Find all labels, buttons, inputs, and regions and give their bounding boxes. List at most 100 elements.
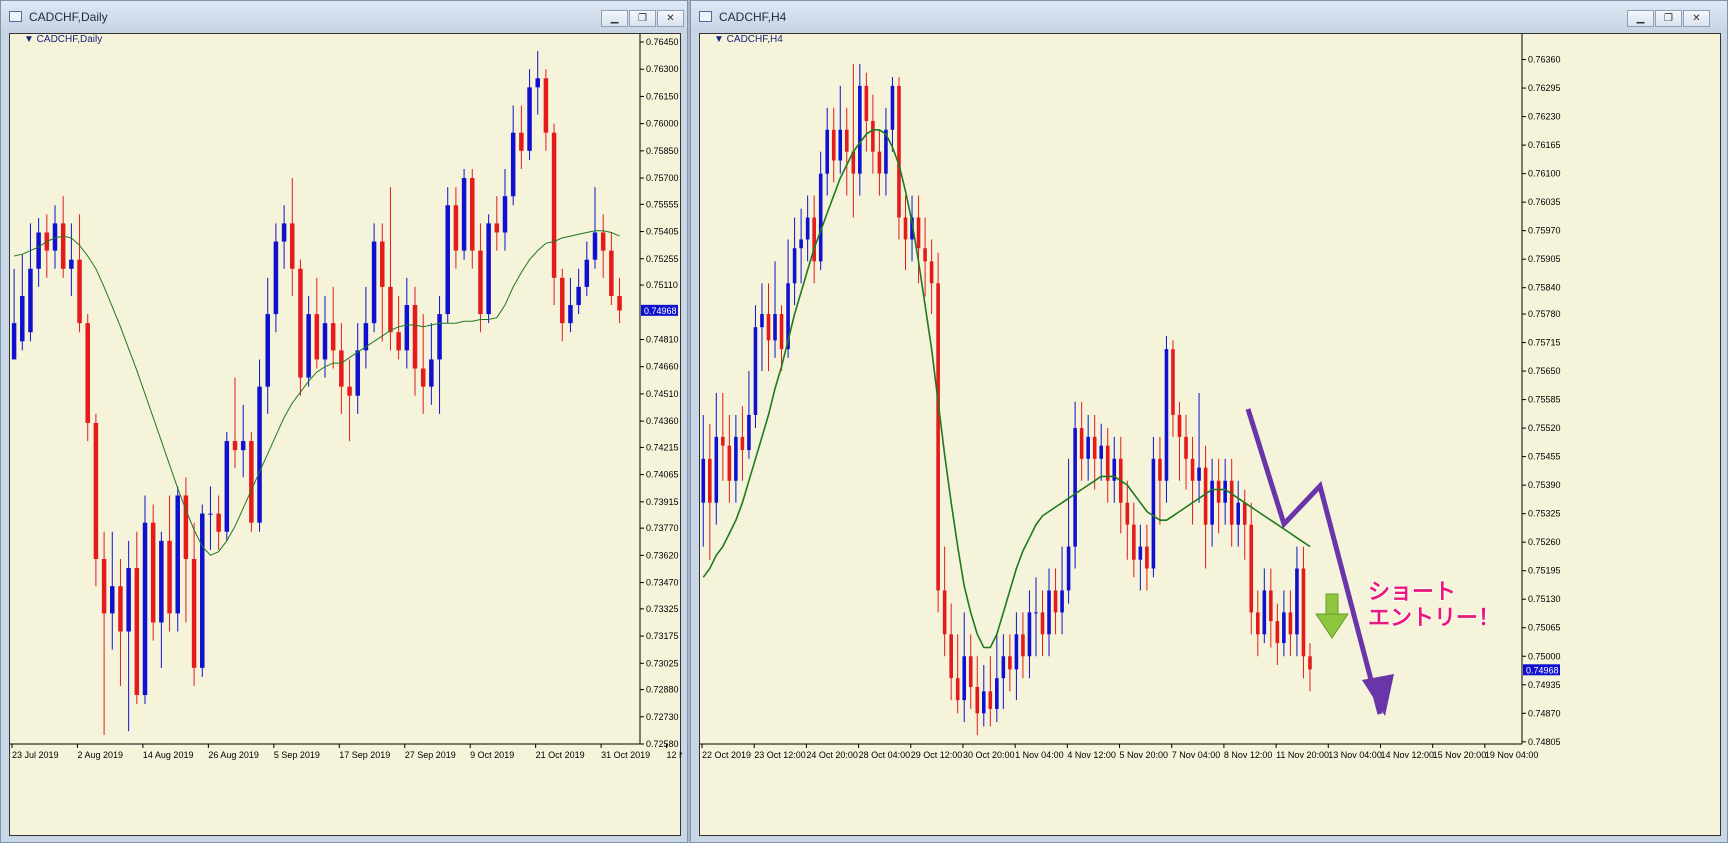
candle-bear bbox=[988, 691, 993, 709]
price-tick-label: 0.76450 bbox=[646, 37, 679, 47]
chart-window-h4[interactable]: CADCHF,H4 ▁ ❐ ✕ ▼ CADCHF,H4 0.76360 0.7629… bbox=[690, 0, 1728, 843]
close-button[interactable]: ✕ bbox=[657, 10, 684, 27]
time-tick-label: 27 Sep 2019 bbox=[405, 750, 456, 760]
restore-button[interactable]: ❐ bbox=[629, 10, 656, 27]
candle-bull bbox=[576, 286, 581, 306]
candle-bear bbox=[1275, 621, 1280, 644]
candle-bear bbox=[85, 323, 90, 423]
candle-bear bbox=[1229, 480, 1234, 525]
plot-background bbox=[700, 34, 1522, 744]
price-tick-label: 0.75255 bbox=[646, 254, 679, 264]
minimize-button[interactable]: ▁ bbox=[1627, 10, 1654, 27]
minimize-icon: ▁ bbox=[1636, 13, 1645, 24]
time-tick-label: 23 Oct 12:00 bbox=[754, 750, 806, 760]
candle-bull bbox=[734, 436, 738, 481]
price-tick-label: 0.72730 bbox=[646, 712, 679, 722]
chart-area-h4[interactable]: ▼ CADCHF,H4 0.76360 0.76295 0.76230 0.76165 0… bbox=[699, 33, 1721, 836]
price-tick-label: 0.76000 bbox=[646, 119, 679, 129]
candle-bear bbox=[955, 678, 960, 701]
candle-bear bbox=[897, 85, 901, 218]
candle-bull bbox=[792, 248, 797, 284]
candle-bull bbox=[437, 314, 442, 360]
candle-bull bbox=[461, 178, 467, 251]
candle-bull bbox=[701, 458, 706, 503]
annotation-entry: エントリー！ bbox=[1368, 606, 1500, 631]
price-tick-label: 0.74810 bbox=[646, 334, 679, 344]
candle-bull bbox=[1295, 568, 1299, 635]
price-tick-label: 0.75840 bbox=[1528, 283, 1561, 293]
candle-bull bbox=[747, 414, 751, 451]
candle-bull bbox=[36, 232, 41, 269]
candle-bull bbox=[584, 259, 590, 287]
candle-bear bbox=[396, 332, 401, 351]
candle-bull bbox=[890, 85, 895, 130]
close-button[interactable]: ✕ bbox=[1683, 10, 1710, 27]
candle-bear bbox=[871, 120, 875, 152]
price-tick-label: 0.75195 bbox=[1528, 566, 1561, 576]
candle-bull bbox=[265, 314, 270, 387]
current-price-label: 0.74968 bbox=[1526, 665, 1559, 675]
candle-bull bbox=[1014, 634, 1019, 670]
candle-bear bbox=[314, 314, 320, 360]
candle-bull bbox=[28, 268, 33, 333]
candle-bear bbox=[903, 217, 908, 240]
window-titlebar[interactable]: CADCHF,H4 ▁ ❐ ✕ bbox=[691, 1, 1727, 33]
candle-bear bbox=[1308, 656, 1312, 670]
candle-bear bbox=[1301, 568, 1306, 657]
price-tick-label: 0.72880 bbox=[646, 685, 679, 695]
restore-button[interactable]: ❐ bbox=[1655, 10, 1682, 27]
candle-bear bbox=[118, 586, 123, 632]
candle-bear bbox=[1171, 349, 1175, 415]
candle-bull bbox=[1086, 436, 1090, 459]
candle-bear bbox=[1092, 436, 1097, 459]
time-tick-label: 22 Oct 2019 bbox=[702, 750, 751, 760]
symbol-label: ▼ CADCHF,H4 bbox=[714, 34, 783, 45]
candle-bull bbox=[1151, 458, 1156, 569]
chart-svg-h4[interactable]: ▼ CADCHF,H4 0.76360 0.76295 0.76230 0.76165 0… bbox=[700, 34, 1722, 837]
candle-bear bbox=[93, 422, 99, 559]
minimize-button[interactable]: ▁ bbox=[601, 10, 628, 27]
candle-bear bbox=[844, 129, 849, 152]
window-titlebar[interactable]: CADCHF,Daily ▁ ❐ ✕ bbox=[1, 1, 687, 33]
candle-bear bbox=[1040, 612, 1045, 635]
symbol-label: ▼ CADCHF,Daily bbox=[24, 34, 102, 45]
time-tick-label: 31 Oct 2019 bbox=[601, 750, 650, 760]
candle-bear bbox=[1158, 458, 1162, 481]
candle-bull bbox=[126, 568, 131, 632]
price-tick-label: 0.74360 bbox=[646, 416, 679, 426]
candle-bull bbox=[1164, 349, 1169, 481]
candle-bull bbox=[371, 241, 377, 324]
price-tick-label: 0.75700 bbox=[646, 173, 679, 183]
candle-bear bbox=[975, 686, 980, 714]
time-tick-label: 5 Sep 2019 bbox=[274, 750, 320, 760]
price-tick-label: 0.74215 bbox=[646, 442, 679, 452]
candle-bear bbox=[1269, 590, 1273, 622]
candle-bear bbox=[560, 277, 565, 324]
candle-bull bbox=[1099, 445, 1104, 459]
candle-bear bbox=[1132, 524, 1136, 560]
minimize-icon: ▁ bbox=[610, 13, 619, 24]
chart-area-daily[interactable]: ▼ CADCHF,Daily 0.76450 0.76300 0.76150 0.760… bbox=[9, 33, 682, 837]
time-tick-label: 30 Oct 20:00 bbox=[963, 750, 1015, 760]
candle-bull bbox=[1034, 612, 1038, 614]
price-tick-label: 0.72580 bbox=[646, 739, 679, 749]
candle-bull bbox=[1138, 546, 1143, 560]
candle-bull bbox=[110, 586, 115, 614]
chart-svg-daily[interactable]: ▼ CADCHF,Daily 0.76450 0.76300 0.76150 0.760… bbox=[10, 34, 682, 837]
candle-bull bbox=[535, 78, 540, 88]
candle-bear bbox=[191, 558, 197, 668]
candle-bull bbox=[322, 323, 328, 360]
candle-bull bbox=[273, 241, 279, 315]
candle-bull bbox=[838, 129, 843, 161]
candle-bear bbox=[494, 223, 500, 233]
candle-bull bbox=[486, 223, 491, 315]
candle-bear bbox=[1008, 656, 1012, 670]
candle-bear bbox=[298, 268, 303, 378]
candle-bear bbox=[1145, 546, 1149, 569]
price-tick-label: 0.75780 bbox=[1528, 309, 1561, 319]
candle-bear bbox=[101, 558, 107, 614]
chart-window-daily[interactable]: CADCHF,Daily ▁ ❐ ✕ ▼ CADCHF,Daily 0.76450… bbox=[0, 0, 688, 843]
candle-bull bbox=[224, 441, 230, 532]
time-tick-label: 2 Aug 2019 bbox=[77, 750, 123, 760]
candle-bull bbox=[995, 678, 999, 709]
